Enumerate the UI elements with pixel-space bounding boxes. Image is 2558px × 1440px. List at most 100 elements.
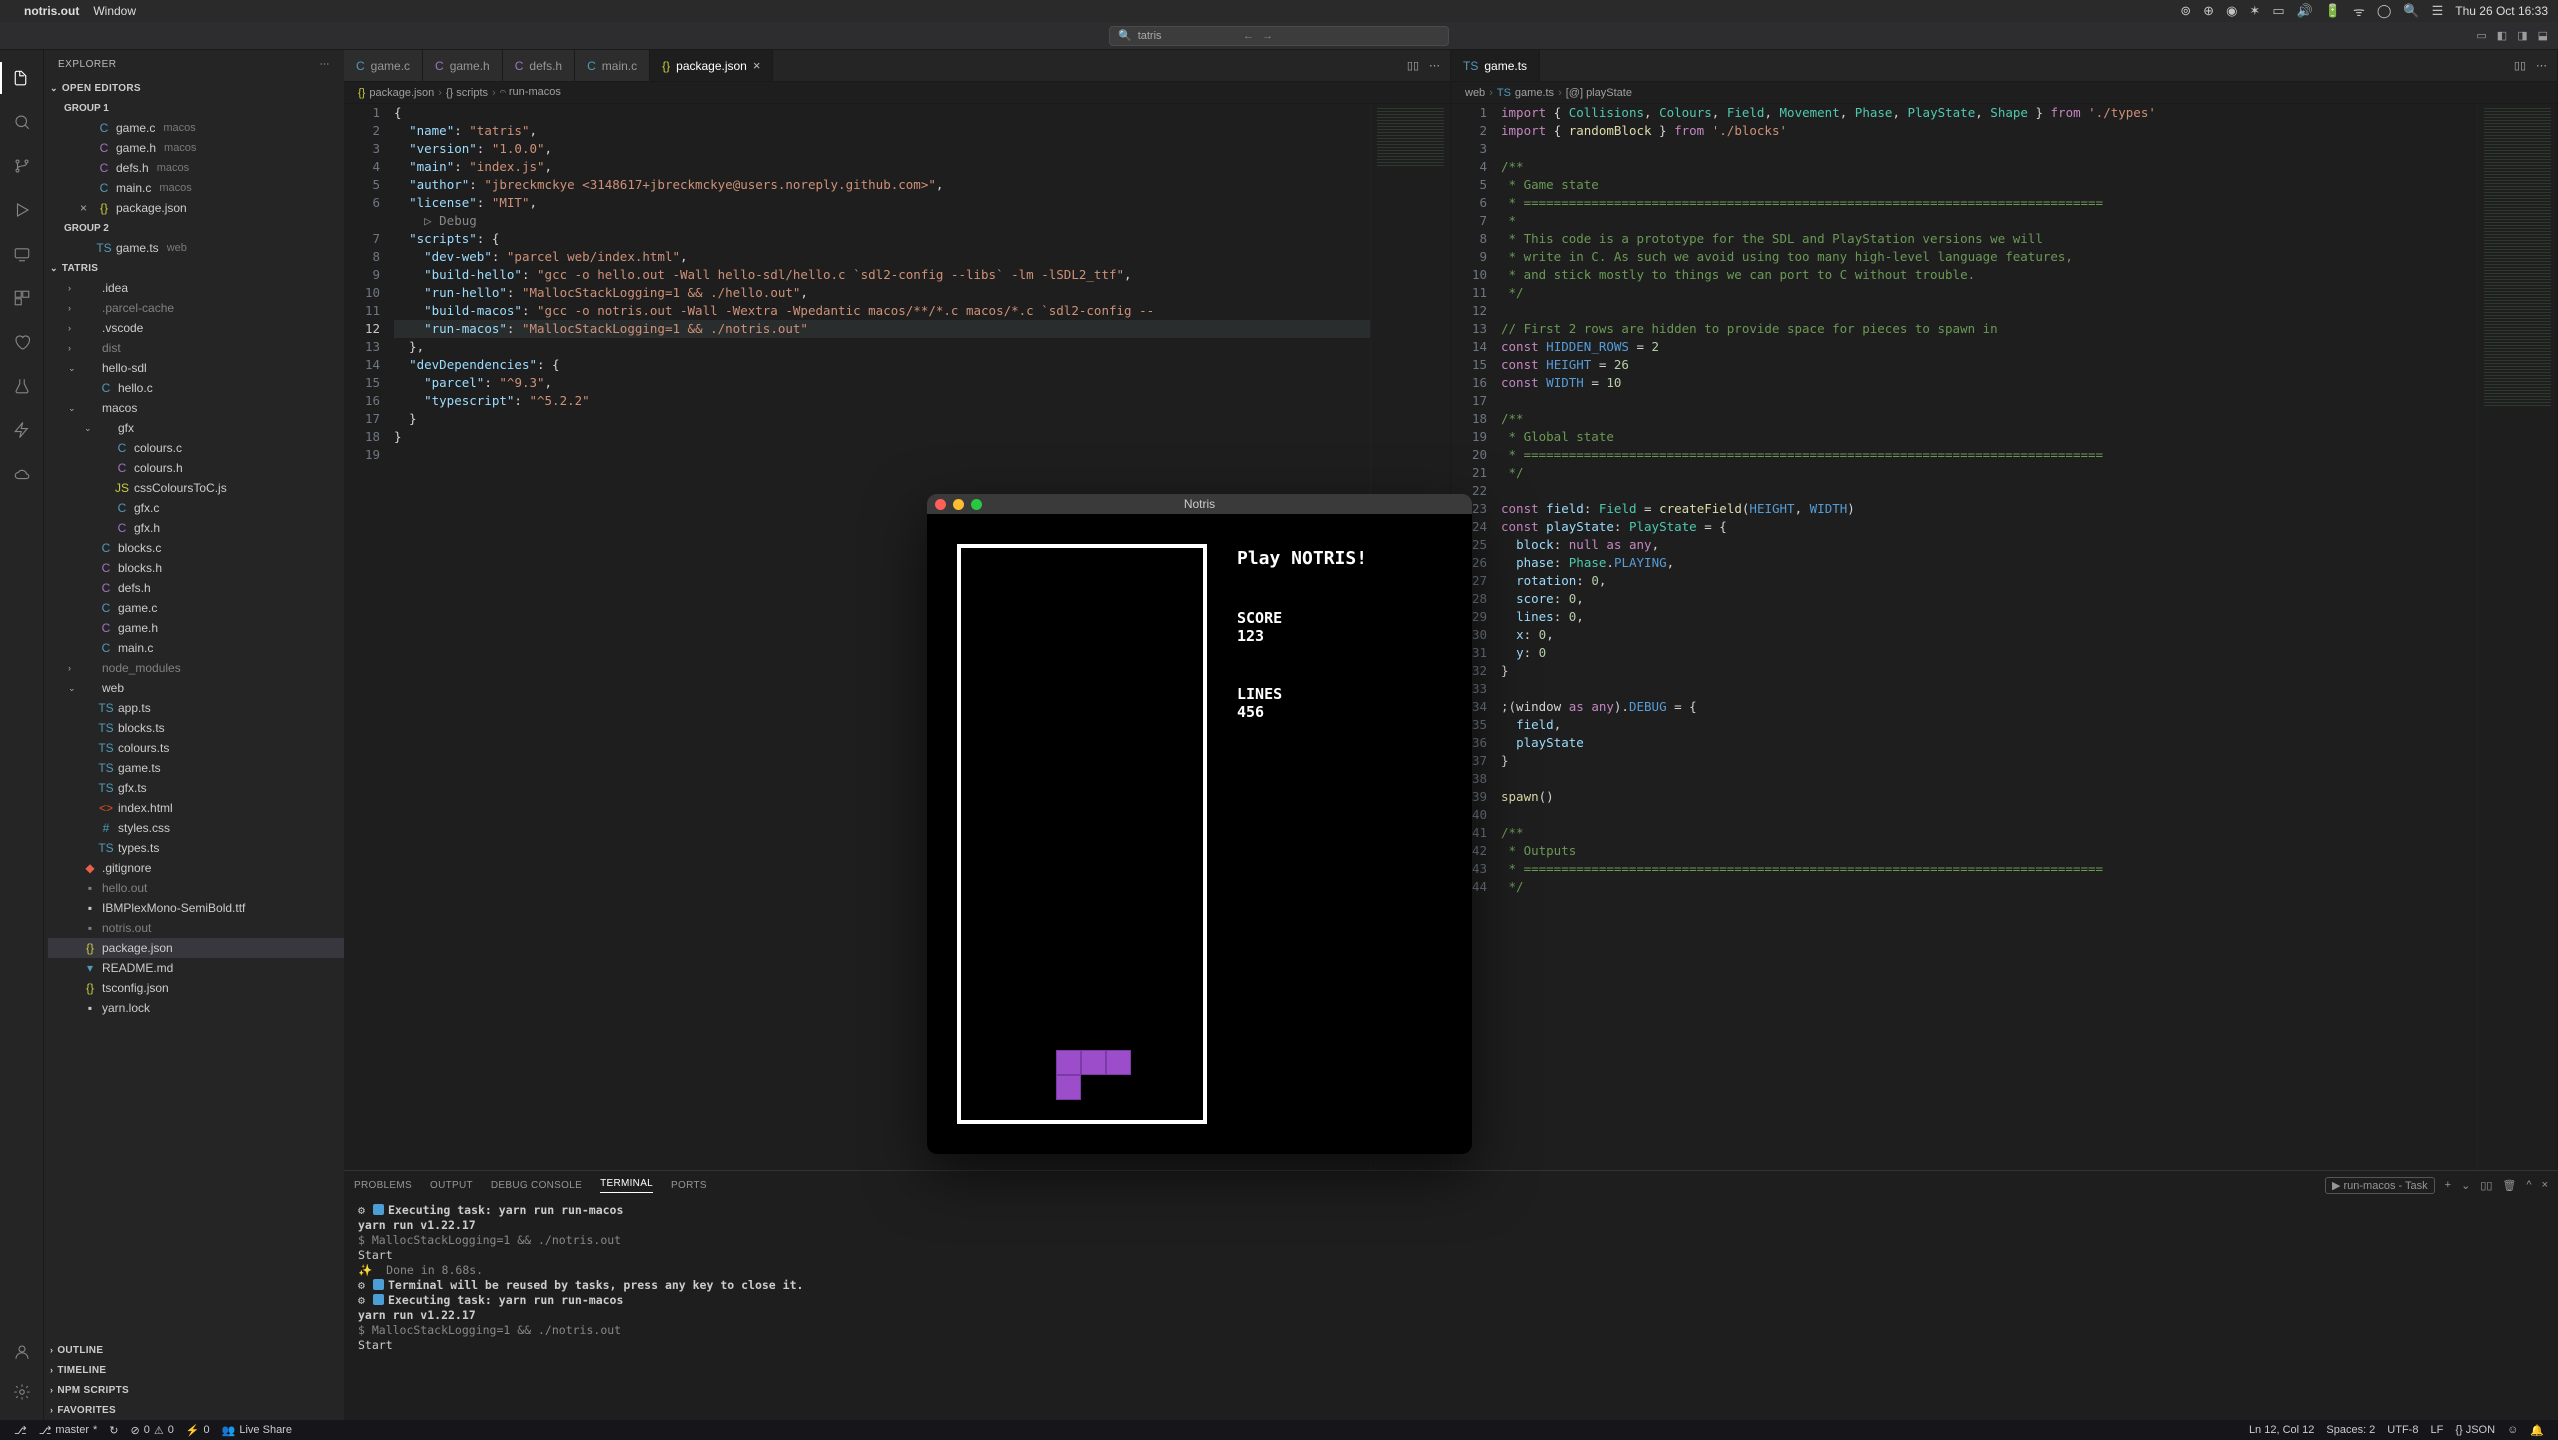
- nav-forward-icon[interactable]: →: [1262, 30, 1273, 42]
- status-encoding[interactable]: UTF-8: [2381, 1424, 2424, 1436]
- menubar-status-icon[interactable]: ◉: [2226, 3, 2237, 19]
- file-item[interactable]: ▪IBMPlexMono-SemiBold.ttf: [48, 898, 344, 918]
- folder-item[interactable]: ⌄macos: [48, 398, 344, 418]
- panel-tab-ports[interactable]: PORTS: [671, 1180, 707, 1191]
- status-liveshare[interactable]: 👥Live Share: [216, 1420, 298, 1440]
- editor-tab[interactable]: Cgame.h: [423, 50, 503, 81]
- section-project[interactable]: ⌄ TATRIS: [44, 258, 344, 278]
- section-timeline[interactable]: ›TIMELINE: [44, 1360, 344, 1380]
- split-terminal-icon[interactable]: ▯▯: [2480, 1179, 2492, 1192]
- task-badge[interactable]: ▶ run-macos - Task: [2325, 1177, 2435, 1194]
- activity-settings[interactable]: [0, 1372, 44, 1412]
- file-item[interactable]: TSblocks.ts: [48, 718, 344, 738]
- editor-tab[interactable]: {}package.json×: [650, 50, 773, 81]
- file-item[interactable]: Ccolours.h: [48, 458, 344, 478]
- status-problems[interactable]: ⊘0 ⚠0: [125, 1420, 180, 1440]
- status-eol[interactable]: LF: [2424, 1424, 2449, 1436]
- status-cursor-position[interactable]: Ln 12, Col 12: [2243, 1424, 2320, 1436]
- section-npm-scripts[interactable]: ›NPM SCRIPTS: [44, 1380, 344, 1400]
- terminal-output[interactable]: ⚙Executing task: yarn run run-macosyarn …: [344, 1199, 2558, 1420]
- layout-toggle-icon[interactable]: ▭: [2476, 29, 2486, 42]
- activity-cloud[interactable]: [0, 454, 44, 494]
- menubar-window[interactable]: Window: [93, 4, 136, 18]
- menubar-volume-icon[interactable]: 🔊: [2297, 3, 2313, 19]
- activity-accounts[interactable]: [0, 1332, 44, 1372]
- layout-toggle-icon[interactable]: ⬓: [2538, 29, 2548, 42]
- file-item[interactable]: TScolours.ts: [48, 738, 344, 758]
- open-editor-item[interactable]: ×{}package.json: [44, 198, 344, 218]
- menubar-status-icon[interactable]: ⊚: [2180, 3, 2191, 19]
- folder-item[interactable]: ›node_modules: [48, 658, 344, 678]
- section-outline[interactable]: ›OUTLINE: [44, 1340, 344, 1360]
- folder-item[interactable]: ›.idea: [48, 278, 344, 298]
- menubar-user-icon[interactable]: ◯: [2377, 3, 2392, 19]
- menubar-battery-icon[interactable]: ▭: [2272, 3, 2284, 19]
- open-editor-item[interactable]: TSgame.tsweb: [44, 238, 344, 258]
- panel-tab-problems[interactable]: PROBLEMS: [354, 1180, 412, 1191]
- open-editor-item[interactable]: Cmain.cmacos: [44, 178, 344, 198]
- panel-tab-terminal[interactable]: TERMINAL: [600, 1178, 653, 1193]
- menubar-wifi-icon[interactable]: ᯤ: [2353, 2, 2365, 20]
- file-item[interactable]: TSgfx.ts: [48, 778, 344, 798]
- game-titlebar[interactable]: Notris: [927, 494, 1472, 514]
- menubar-datetime[interactable]: Thu 26 Oct 16:33: [2455, 4, 2548, 18]
- status-ports[interactable]: ⚡0: [180, 1420, 216, 1440]
- command-center-search[interactable]: 🔍 tatris: [1109, 26, 1449, 46]
- file-item[interactable]: TSgame.ts: [48, 758, 344, 778]
- file-item[interactable]: Cgame.h: [48, 618, 344, 638]
- file-item[interactable]: ▾README.md: [48, 958, 344, 978]
- status-indentation[interactable]: Spaces: 2: [2320, 1424, 2381, 1436]
- file-item[interactable]: Chello.c: [48, 378, 344, 398]
- breadcrumb[interactable]: {} package.json › {} scripts › 𝄐 run-mac…: [344, 82, 1450, 104]
- file-item[interactable]: Cgfx.h: [48, 518, 344, 538]
- folder-item[interactable]: ›.vscode: [48, 318, 344, 338]
- file-item[interactable]: ▪yarn.lock: [48, 998, 344, 1018]
- section-open-editors[interactable]: ⌄ OPEN EDITORS: [44, 78, 344, 98]
- panel-tab-debug-console[interactable]: DEBUG CONSOLE: [491, 1180, 582, 1191]
- more-icon[interactable]: ⋯: [2536, 59, 2547, 72]
- split-editor-icon[interactable]: ▯▯: [1407, 59, 1419, 72]
- activity-favorite[interactable]: [0, 322, 44, 362]
- layout-toggle-icon[interactable]: ◧: [2497, 29, 2507, 42]
- file-item[interactable]: Cmain.c: [48, 638, 344, 658]
- file-item[interactable]: Cblocks.c: [48, 538, 344, 558]
- menubar-status-icon[interactable]: ⊕: [2203, 3, 2214, 19]
- status-branch[interactable]: ⎇master*: [33, 1420, 104, 1440]
- menubar-battery-icon[interactable]: 🔋: [2325, 3, 2341, 19]
- activity-search[interactable]: [0, 102, 44, 142]
- file-item[interactable]: Cblocks.h: [48, 558, 344, 578]
- file-item[interactable]: ▪hello.out: [48, 878, 344, 898]
- open-editor-item[interactable]: Cdefs.hmacos: [44, 158, 344, 178]
- activity-extensions[interactable]: [0, 278, 44, 318]
- panel-tab-output[interactable]: OUTPUT: [430, 1180, 473, 1191]
- editor-tab[interactable]: Cmain.c: [575, 50, 650, 81]
- file-item[interactable]: {}tsconfig.json: [48, 978, 344, 998]
- folder-item[interactable]: ›dist: [48, 338, 344, 358]
- editor-tab[interactable]: Cdefs.h: [503, 50, 575, 81]
- terminal-dropdown-icon[interactable]: ⌄: [2461, 1179, 2470, 1192]
- folder-item[interactable]: ›.parcel-cache: [48, 298, 344, 318]
- file-item[interactable]: Ccolours.c: [48, 438, 344, 458]
- menubar-search-icon[interactable]: 🔍: [2403, 3, 2419, 19]
- status-remote[interactable]: ⎇: [8, 1420, 33, 1440]
- folder-item[interactable]: ⌄web: [48, 678, 344, 698]
- file-item[interactable]: ◆.gitignore: [48, 858, 344, 878]
- status-language[interactable]: {} JSON: [2449, 1424, 2501, 1436]
- minimap[interactable]: [2477, 104, 2557, 1170]
- open-editor-item[interactable]: Cgame.hmacos: [44, 138, 344, 158]
- trash-icon[interactable]: 🗑: [2502, 1179, 2516, 1192]
- activity-run-debug[interactable]: [0, 190, 44, 230]
- activity-test[interactable]: [0, 366, 44, 406]
- folder-item[interactable]: ⌄gfx: [48, 418, 344, 438]
- notris-game-window[interactable]: Notris Play NOTRIS! SCORE 123 LINES 456: [927, 494, 1472, 1154]
- nav-back-icon[interactable]: ←: [1243, 30, 1254, 42]
- file-item[interactable]: TSapp.ts: [48, 698, 344, 718]
- close-tab-icon[interactable]: ×: [753, 58, 761, 73]
- sidebar-more-icon[interactable]: ⋯: [320, 59, 331, 70]
- new-terminal-icon[interactable]: +: [2445, 1179, 2451, 1191]
- activity-source-control[interactable]: [0, 146, 44, 186]
- file-item[interactable]: Cgfx.c: [48, 498, 344, 518]
- menubar-control-center-icon[interactable]: ☰: [2432, 3, 2444, 19]
- menubar-status-icon[interactable]: ✶: [2249, 3, 2260, 19]
- status-feedback[interactable]: ☺: [2501, 1424, 2524, 1436]
